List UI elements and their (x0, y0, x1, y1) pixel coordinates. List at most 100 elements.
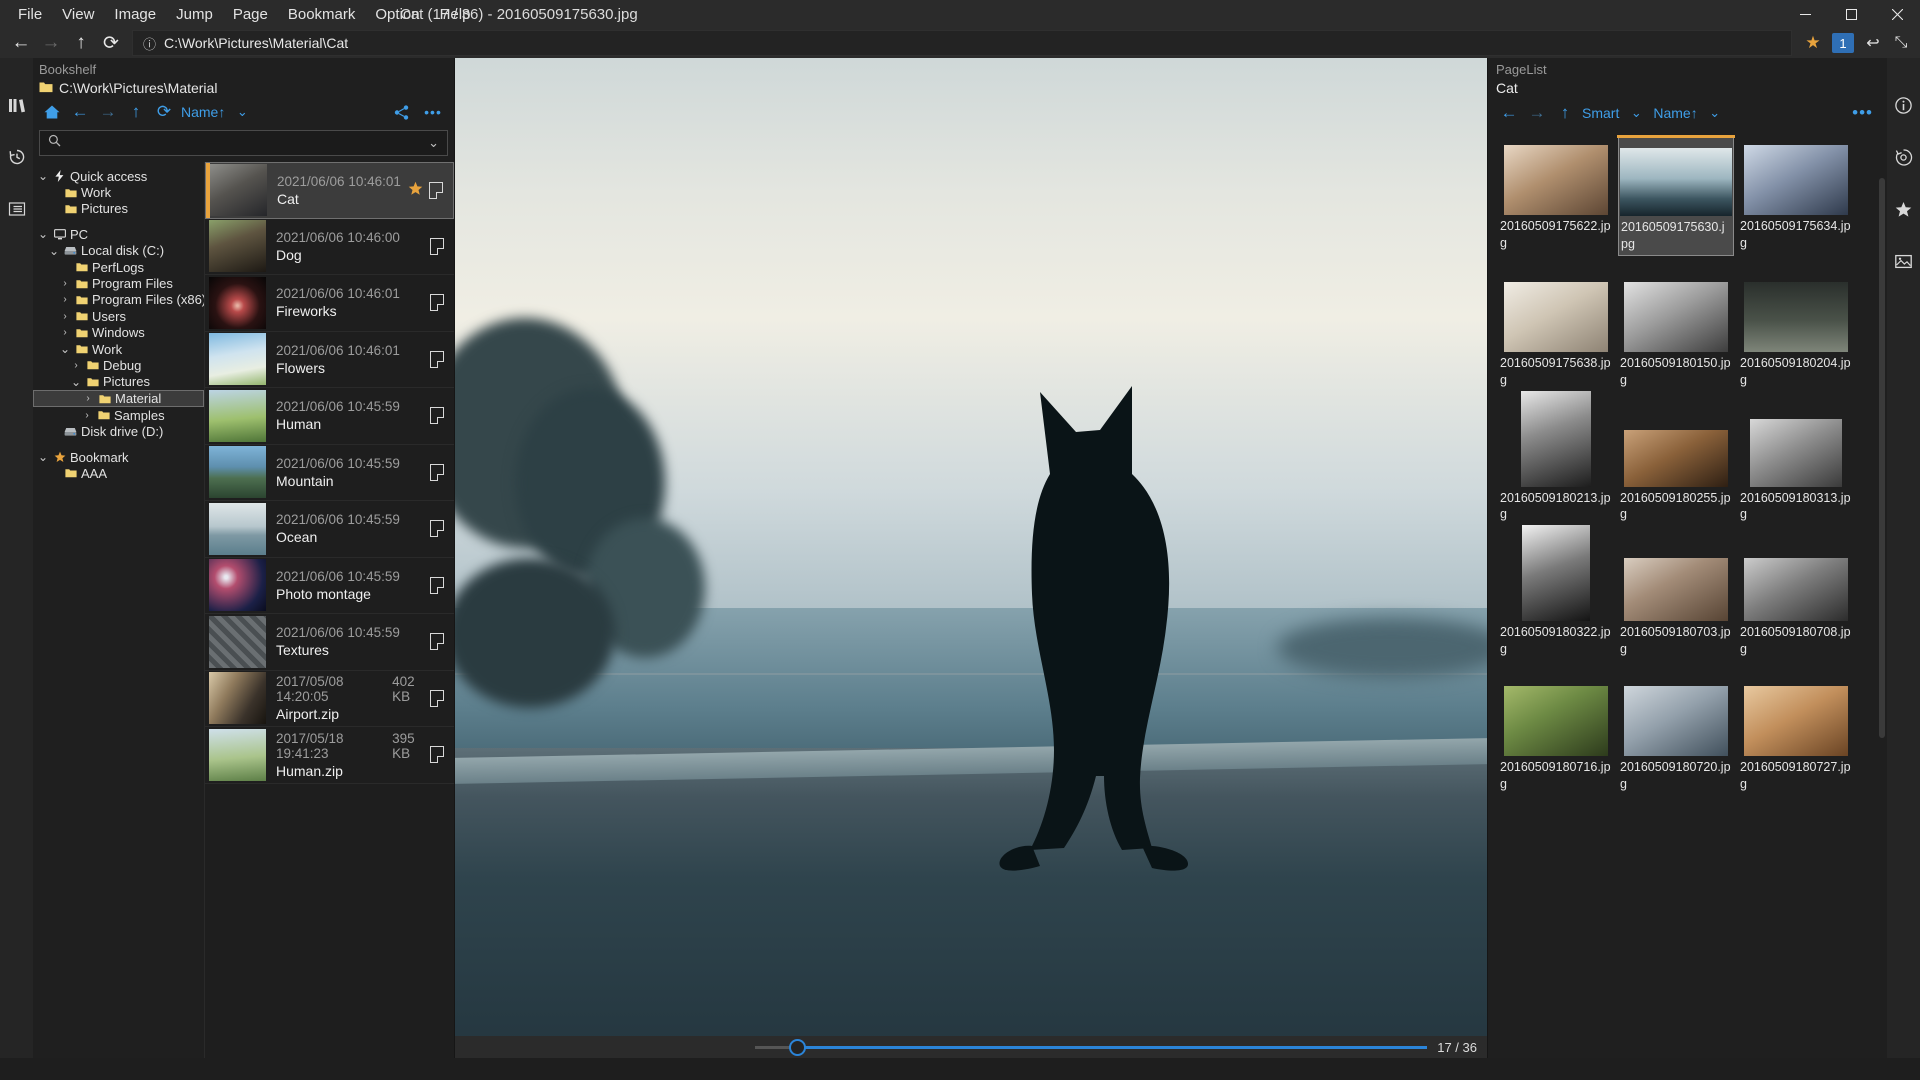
chevron-down-icon[interactable]: ⌄ (37, 453, 49, 461)
pagelist-item[interactable]: 20160509180703.jpg (1618, 541, 1734, 660)
chevron-down-icon[interactable]: ⌄ (1623, 101, 1649, 125)
minimize-button[interactable] (1782, 0, 1828, 28)
tree-item-work[interactable]: ⌄Work (33, 341, 204, 357)
chevron-down-icon[interactable]: ⌄ (1702, 101, 1728, 125)
bookshelf-icon[interactable] (4, 92, 30, 118)
pagelist-item[interactable]: 20160509175634.jpg (1738, 135, 1854, 256)
pagelist-icon[interactable] (4, 196, 30, 222)
history-icon[interactable] (4, 144, 30, 170)
page-document-icon[interactable] (430, 746, 444, 763)
tree-item-bookmark[interactable]: ⌄Bookmark (33, 449, 204, 465)
address-input[interactable]: ⓘ C:\Work\Pictures\Material\Cat (132, 30, 1792, 56)
pagelist-item[interactable]: 20160509180213.jpg (1498, 407, 1614, 526)
tree-item-aaa[interactable]: AAA (33, 465, 204, 481)
tree-item-perflogs[interactable]: PerfLogs (33, 259, 204, 275)
pagelist-thumbnail-icon[interactable] (1891, 248, 1917, 274)
pagelist-item[interactable]: 20160509180322.jpg (1498, 541, 1614, 660)
file-list-row[interactable]: 2021/06/06 10:46:00Dog (205, 219, 454, 276)
chevron-right-icon[interactable]: › (59, 278, 71, 289)
search-box[interactable]: ⌄ (39, 130, 448, 156)
file-list-row[interactable]: 2021/06/06 10:45:59Photo montage (205, 558, 454, 615)
chevron-down-icon[interactable]: ⌄ (229, 100, 255, 124)
pagelist-item[interactable]: 20160509180720.jpg (1618, 676, 1734, 795)
file-list-row[interactable]: 2021/06/06 10:45:59Human (205, 388, 454, 445)
slider-knob[interactable] (789, 1039, 806, 1056)
up-arrow-icon[interactable]: ↑ (1552, 101, 1578, 125)
chevron-down-icon[interactable]: ⌄ (70, 378, 82, 386)
page-document-icon[interactable] (430, 407, 444, 424)
pagelist-item[interactable]: 20160509180204.jpg (1738, 272, 1854, 391)
reload-icon[interactable]: ⟳ (96, 29, 126, 57)
menu-file[interactable]: File (8, 3, 52, 26)
close-button[interactable] (1874, 0, 1920, 28)
pagelist-item[interactable]: 20160509180727.jpg (1738, 676, 1854, 795)
page-document-icon[interactable] (430, 294, 444, 311)
file-list[interactable]: 2021/06/06 10:46:01Cat2021/06/06 10:46:0… (204, 162, 454, 1058)
tree-item-pictures[interactable]: ⌄Pictures (33, 374, 204, 390)
share-icon[interactable] (388, 100, 414, 124)
page-document-icon[interactable] (430, 633, 444, 650)
information-icon[interactable] (1891, 92, 1917, 118)
more-options-icon[interactable]: ••• (420, 100, 446, 124)
tree-item-users[interactable]: ›Users (33, 308, 204, 324)
tree-item-program-files-x86[interactable]: ›Program Files (x86) (33, 292, 204, 308)
search-input[interactable] (61, 135, 428, 151)
tree-item-pc[interactable]: ⌄PC (33, 226, 204, 242)
chevron-down-icon[interactable]: ⌄ (48, 247, 60, 255)
up-arrow-icon[interactable]: ↑ (123, 100, 149, 124)
menu-bookmark[interactable]: Bookmark (278, 3, 366, 26)
chevron-right-icon[interactable]: › (59, 311, 71, 322)
page-document-icon[interactable] (430, 690, 444, 707)
home-icon[interactable] (39, 100, 65, 124)
pagelist-item[interactable]: 20160509175630.jpg (1618, 135, 1734, 256)
back-arrow-icon[interactable]: ← (67, 100, 93, 124)
chevron-right-icon[interactable]: › (82, 393, 94, 404)
tree-item-work[interactable]: Work (33, 184, 204, 200)
forward-arrow-icon[interactable]: → (95, 100, 121, 124)
refresh-icon[interactable]: ⟳ (151, 100, 177, 124)
file-list-row[interactable]: 2021/06/06 10:45:59Ocean (205, 501, 454, 558)
page-document-icon[interactable] (429, 182, 443, 199)
tree-item-pictures[interactable]: Pictures (33, 201, 204, 217)
page-badge[interactable]: 1 (1832, 33, 1854, 53)
page-document-icon[interactable] (430, 520, 444, 537)
file-list-row[interactable]: 2021/06/06 10:46:01Cat (205, 162, 454, 219)
file-list-row[interactable]: 2017/05/08 14:20:05402 KBAirport.zip (205, 671, 454, 728)
page-document-icon[interactable] (430, 238, 444, 255)
up-arrow-icon[interactable]: ↑ (66, 29, 96, 57)
file-list-row[interactable]: 2021/06/06 10:46:01Fireworks (205, 275, 454, 332)
bookmark-star-icon[interactable] (1891, 196, 1917, 222)
fullscreen-icon[interactable]: ⤡ (1888, 34, 1914, 52)
menu-page[interactable]: Page (223, 3, 278, 26)
pagelist-scrollbar[interactable] (1879, 178, 1885, 738)
page-document-icon[interactable] (430, 464, 444, 481)
file-list-row[interactable]: 2021/06/06 10:45:59Mountain (205, 445, 454, 502)
pagelist-item[interactable]: 20160509180150.jpg (1618, 272, 1734, 391)
effects-icon[interactable] (1891, 144, 1917, 170)
tree-item-program-files[interactable]: ›Program Files (33, 275, 204, 291)
chevron-down-icon[interactable]: ⌄ (428, 135, 439, 151)
forward-arrow-icon[interactable]: → (1524, 101, 1550, 125)
more-options-icon[interactable]: ••• (1852, 103, 1873, 123)
file-list-row[interactable]: 2017/05/18 19:41:23395 KBHuman.zip (205, 727, 454, 784)
pagelist-item[interactable]: 20160509180708.jpg (1738, 541, 1854, 660)
maximize-button[interactable] (1828, 0, 1874, 28)
pagelist-grid[interactable]: 20160509175622.jpg20160509175630.jpg2016… (1488, 131, 1887, 1058)
bookmark-star-icon[interactable]: ★ (1800, 33, 1826, 53)
bookshelf-path[interactable]: C:\Work\Pictures\Material (33, 79, 454, 98)
chevron-right-icon[interactable]: › (59, 294, 71, 305)
pagelist-sort-label[interactable]: Name↑ (1651, 105, 1699, 121)
forward-arrow-icon[interactable]: → (36, 29, 66, 57)
tree-item-material[interactable]: ›Material (33, 390, 204, 407)
pagelist-item[interactable]: 20160509175622.jpg (1498, 135, 1614, 256)
chevron-right-icon[interactable]: › (59, 327, 71, 338)
chevron-right-icon[interactable]: › (81, 410, 93, 421)
tree-item-local-disk-c[interactable]: ⌄Local disk (C:) (33, 243, 204, 259)
pagelist-item[interactable]: 20160509175638.jpg (1498, 272, 1614, 391)
chevron-down-icon[interactable]: ⌄ (37, 172, 49, 180)
pagelist-item[interactable]: 20160509180313.jpg (1738, 407, 1854, 526)
tree-item-samples[interactable]: ›Samples (33, 407, 204, 423)
chevron-down-icon[interactable]: ⌄ (37, 230, 49, 238)
back-arrow-icon[interactable]: ← (6, 29, 36, 57)
chevron-down-icon[interactable]: ⌄ (59, 345, 71, 353)
